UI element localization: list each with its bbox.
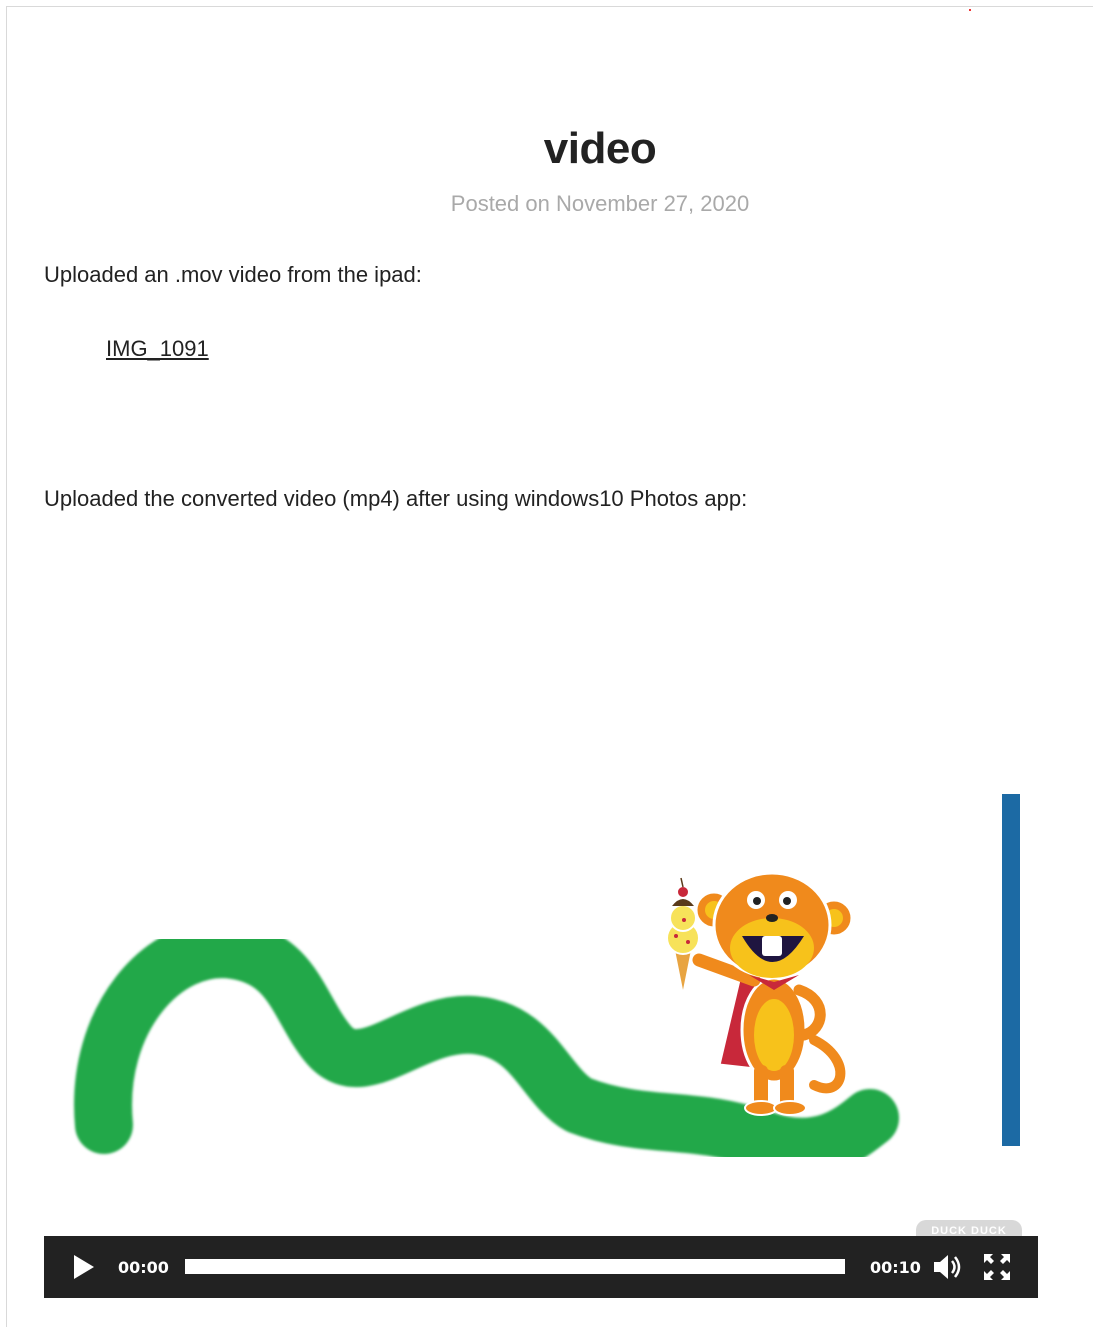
volume-button[interactable]: [932, 1253, 964, 1281]
current-time: 00:00: [118, 1258, 169, 1277]
post-paragraph-2: Uploaded the converted video (mp4) after…: [44, 486, 748, 511]
meta-prefix: Posted on: [450, 191, 556, 216]
post-date-link[interactable]: November 27, 2020: [556, 191, 749, 216]
decorative-dot: [969, 9, 971, 11]
post-title: video: [543, 124, 657, 173]
post-meta: Posted on November 27, 2020: [0, 191, 1093, 217]
fullscreen-icon: [984, 1254, 1010, 1280]
attachment-link[interactable]: IMG_1091: [106, 336, 209, 362]
page-frame-top: [6, 6, 1093, 7]
blue-paint-stroke: [972, 780, 1038, 1160]
fullscreen-button[interactable]: [982, 1252, 1012, 1282]
video-frame: [74, 780, 1038, 1176]
post-paragraph-1: Uploaded an .mov video from the ipad:: [44, 262, 422, 287]
duration-time: 00:10: [870, 1258, 921, 1277]
progress-bar[interactable]: [185, 1259, 845, 1274]
video-player[interactable]: DUCK DUCK: [44, 540, 1038, 1298]
play-icon: [74, 1255, 94, 1279]
video-controls: 00:00 00:10: [44, 1236, 1038, 1298]
play-button[interactable]: [72, 1254, 96, 1280]
volume-icon: [934, 1255, 961, 1279]
monkey-character-icon: [666, 871, 854, 1116]
